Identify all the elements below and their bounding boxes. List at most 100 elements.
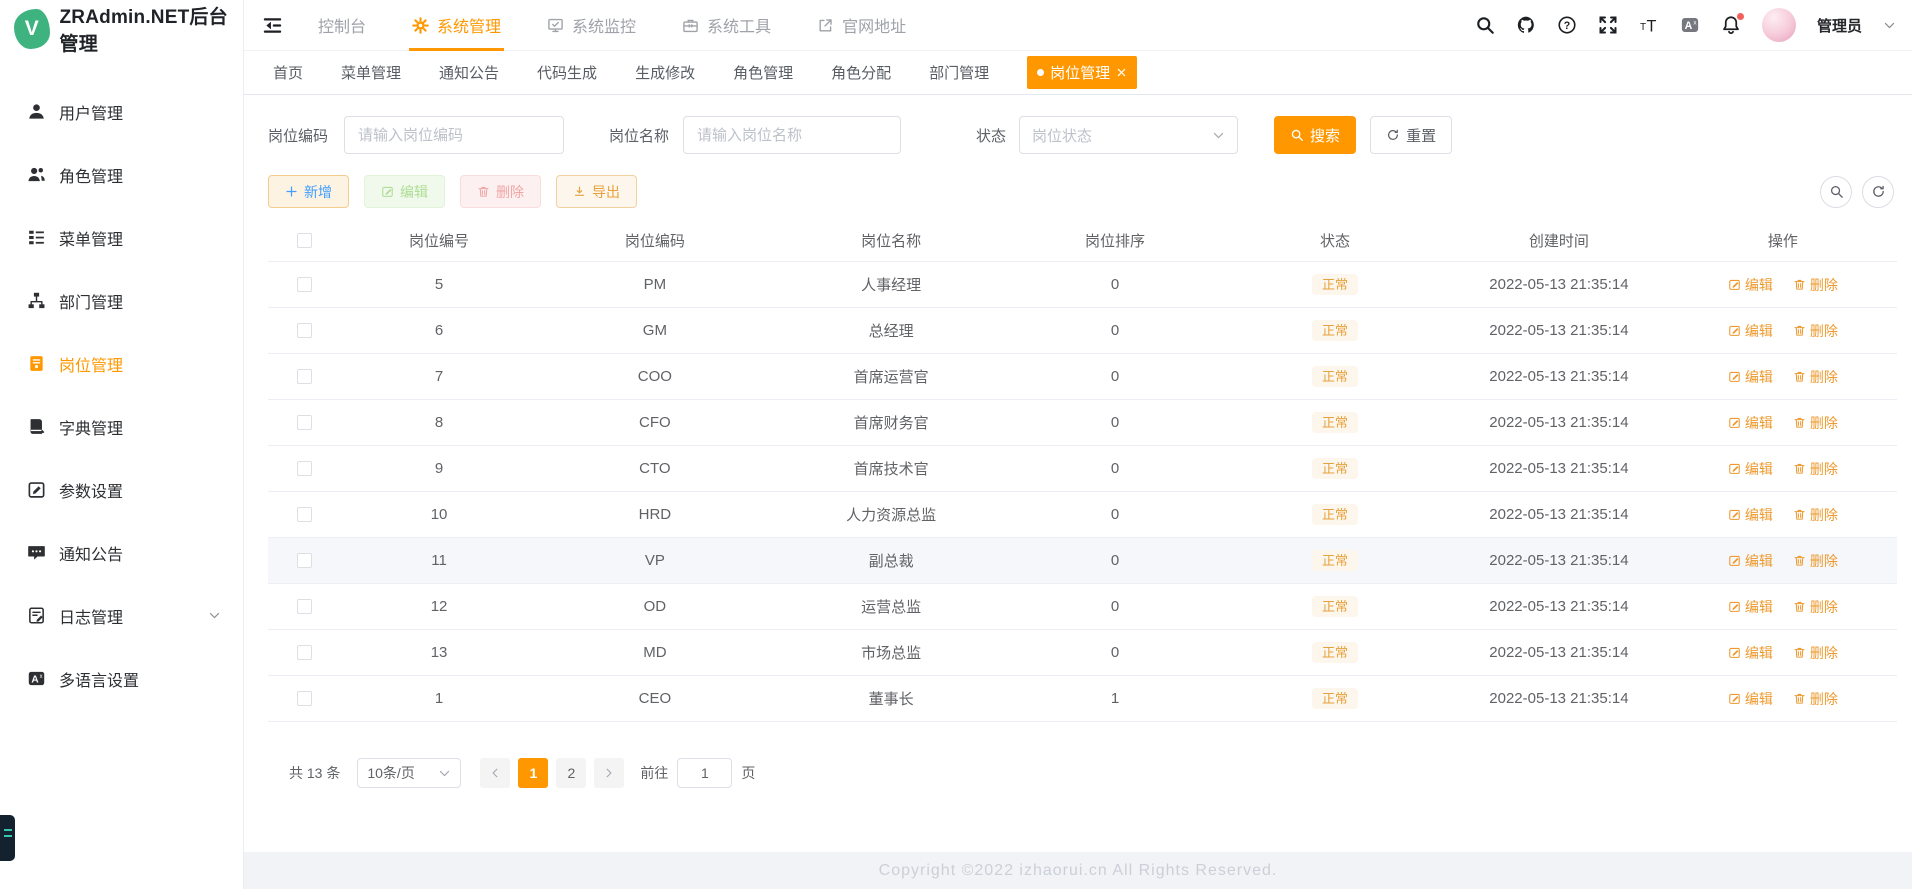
sidebar-item-notice[interactable]: 通知公告 [0,521,243,584]
row-delete-link[interactable]: 删除 [1793,505,1838,525]
row-delete-link[interactable]: 删除 [1793,643,1838,663]
fullscreen-icon[interactable] [1598,15,1618,35]
collapse-menu-icon[interactable] [262,15,283,36]
export-button[interactable]: 导出 [556,175,637,208]
tab-item[interactable]: 生成修改 [635,62,695,83]
tab-item[interactable]: 代码生成 [537,62,597,83]
post-code-input[interactable] [344,116,565,154]
post-name-input[interactable] [683,116,902,154]
app-logo-icon: V [14,9,50,49]
tab-item[interactable]: 角色分配 [831,62,891,83]
row-edit-link[interactable]: 编辑 [1728,275,1773,295]
row-edit-link[interactable]: 编辑 [1728,643,1773,663]
trash-icon [477,185,490,198]
svg-text:?: ? [1564,20,1570,32]
row-checkbox[interactable] [297,599,313,614]
row-edit-link[interactable]: 编辑 [1728,597,1773,617]
sidebar-item-user[interactable]: 用户管理 [0,80,243,143]
row-delete-link[interactable]: 删除 [1793,551,1838,571]
sidebar-item-dept[interactable]: 部门管理 [0,269,243,332]
next-page-button[interactable] [594,758,625,788]
cell-id: 11 [431,552,447,569]
goto-page-input[interactable] [677,758,733,788]
sidebar-item-i18n[interactable]: Ax 多语言设置 [0,647,243,710]
row-checkbox[interactable] [297,691,313,706]
row-delete-link[interactable]: 删除 [1793,367,1838,387]
row-edit-link[interactable]: 编辑 [1728,321,1773,341]
github-icon[interactable] [1516,15,1536,35]
top-nav-item[interactable]: 控制台 [295,0,389,50]
row-delete-link[interactable]: 删除 [1793,597,1838,617]
username[interactable]: 管理员 [1817,15,1862,36]
tab-item[interactable]: 首页 [273,62,303,83]
row-edit-label: 编辑 [1744,690,1773,707]
close-icon[interactable] [1116,67,1127,78]
search-button[interactable]: 搜索 [1274,116,1357,154]
row-edit-link[interactable]: 编辑 [1728,551,1773,571]
top-nav-item[interactable]: 官网地址 [794,0,929,50]
row-delete-link[interactable]: 删除 [1793,321,1838,341]
tab-item[interactable]: 通知公告 [439,62,499,83]
sidebar-item-roles[interactable]: 角色管理 [0,143,243,206]
top-nav-item[interactable]: 系统工具 [659,0,794,50]
post-code-label: 岗位编码 [268,127,329,145]
add-button[interactable]: 新增 [268,175,349,208]
table-row: 6 GM 总经理 0 正常 2022-05-13 21:35:14 编辑 删除 [268,308,1897,354]
row-checkbox[interactable] [297,323,313,338]
bell-icon[interactable] [1721,12,1745,35]
page-size-select[interactable]: 10条/页 [357,758,462,788]
page-number-2[interactable]: 2 [556,758,587,788]
export-button-label: 导出 [592,183,620,200]
row-checkbox[interactable] [297,415,313,430]
edit-button[interactable]: 编辑 [364,175,445,208]
search-icon[interactable] [1475,15,1495,35]
console-drawer-handle[interactable] [0,815,15,861]
reset-button[interactable]: 重置 [1370,116,1453,154]
sidebar-item-log[interactable]: 日志管理 [0,584,243,647]
params-icon [27,480,46,499]
refresh-table-button[interactable] [1862,175,1894,208]
app-logo[interactable]: V ZRAdmin.NET后台管理 [0,0,243,58]
row-checkbox[interactable] [297,277,313,292]
row-edit-link[interactable]: 编辑 [1728,413,1773,433]
top-nav-item[interactable]: 系统监控 [524,0,659,50]
row-checkbox[interactable] [297,461,313,476]
row-checkbox[interactable] [297,507,313,522]
tab-item[interactable]: 菜单管理 [341,62,401,83]
tab-item[interactable]: 角色管理 [733,62,793,83]
row-checkbox[interactable] [297,369,313,384]
sidebar-item-params[interactable]: 参数设置 [0,458,243,521]
cell-code: OD [643,598,667,615]
row-delete-link[interactable]: 删除 [1793,413,1838,433]
top-nav-item[interactable]: 系统管理 [389,0,524,51]
row-edit-link[interactable]: 编辑 [1728,505,1773,525]
cell-code: CTO [639,460,671,477]
row-delete-link[interactable]: 删除 [1793,275,1838,295]
font-size-icon[interactable]: TT [1639,15,1659,35]
row-checkbox[interactable] [297,645,313,660]
sidebar-item-post[interactable]: 岗位管理 [0,332,243,395]
tab-item-active[interactable]: 岗位管理 [1027,56,1138,89]
select-all-checkbox[interactable] [297,233,313,248]
sidebar-item-dict[interactable]: 字典管理 [0,395,243,458]
row-edit-link[interactable]: 编辑 [1728,459,1773,479]
tab-item[interactable]: 部门管理 [929,62,989,83]
row-edit-link[interactable]: 编辑 [1728,689,1773,709]
user-avatar[interactable] [1761,8,1796,42]
table-row: 8 CFO 首席财务官 0 正常 2022-05-13 21:35:14 编辑 删除 [268,400,1897,446]
row-checkbox[interactable] [297,553,313,568]
page-number-1[interactable]: 1 [518,758,549,788]
help-icon[interactable]: ? [1557,15,1577,35]
posts-table: 岗位编号 岗位编码 岗位名称 岗位排序 状态 创建时间 操作 5 PM 人事经理 0 正常 2022-… [268,220,1897,722]
delete-button[interactable]: 删除 [460,175,541,208]
toggle-search-button[interactable] [1820,175,1852,208]
sidebar-item-label: 菜单管理 [59,231,124,249]
row-delete-link[interactable]: 删除 [1793,459,1838,479]
cell-actions: 编辑 删除 [1669,689,1897,709]
lang-icon[interactable]: Ax [1680,15,1700,35]
row-edit-link[interactable]: 编辑 [1728,367,1773,387]
row-delete-link[interactable]: 删除 [1793,689,1838,709]
prev-page-button[interactable] [480,758,511,788]
status-select[interactable]: 岗位状态 [1019,116,1239,154]
sidebar-item-menu[interactable]: 菜单管理 [0,206,243,269]
